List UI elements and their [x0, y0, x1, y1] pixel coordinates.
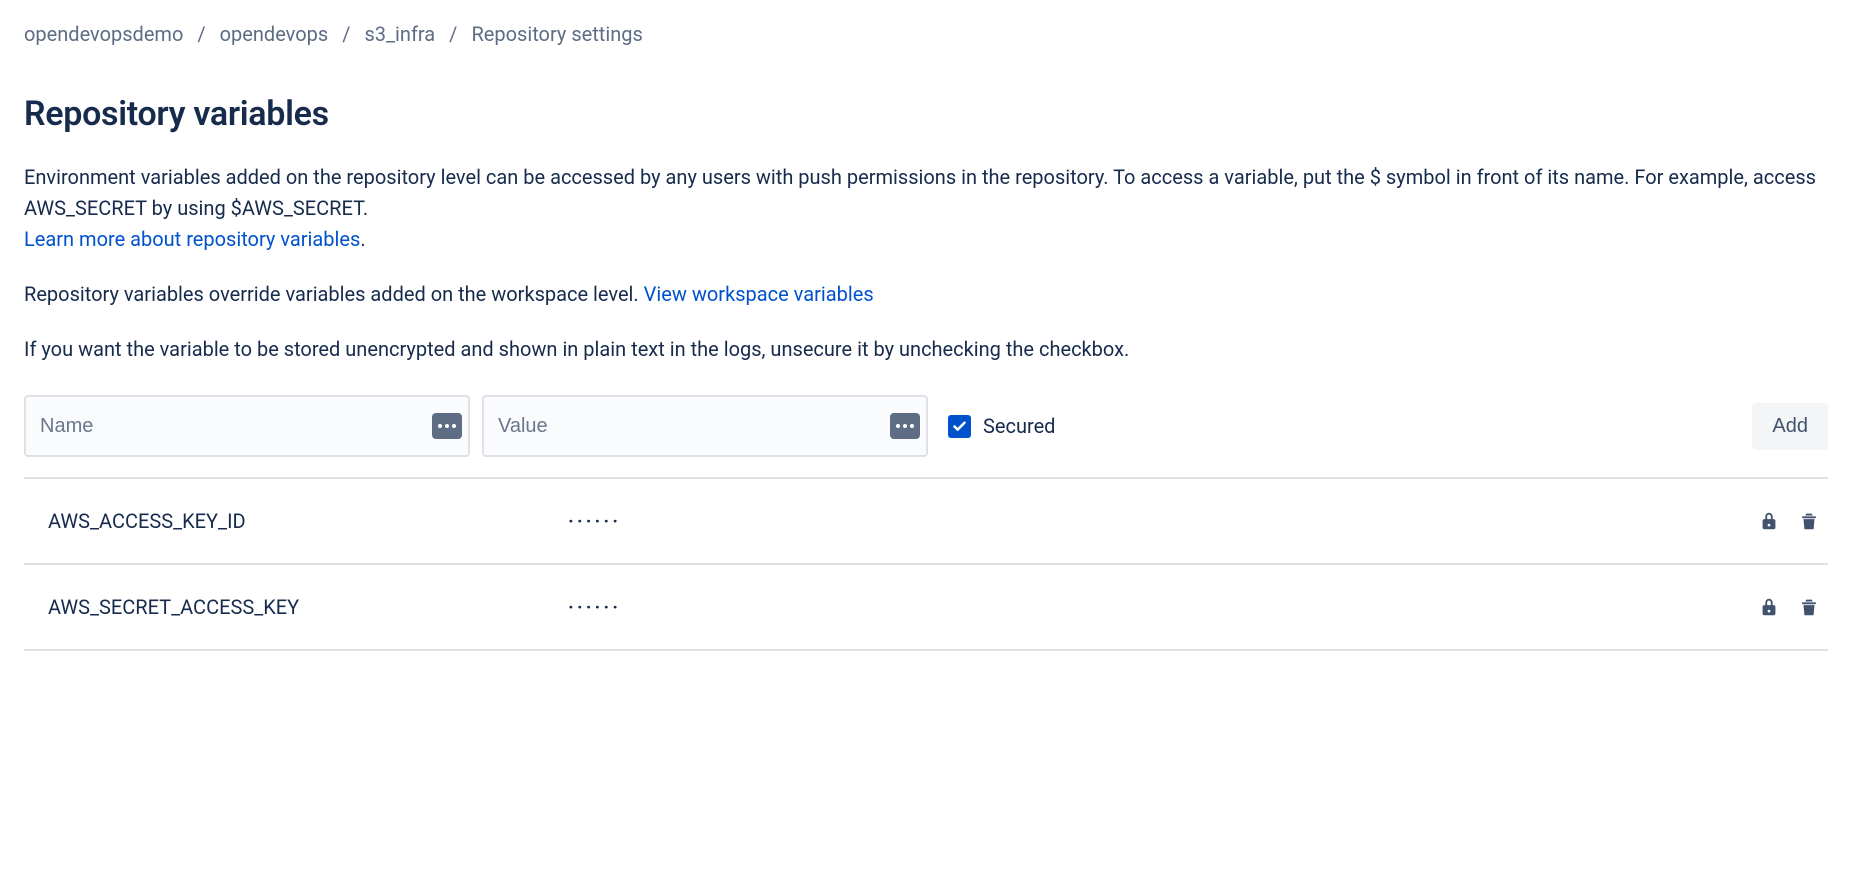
- breadcrumb-separator: /: [197, 22, 205, 46]
- generate-icon[interactable]: [890, 413, 920, 439]
- learn-more-link[interactable]: Learn more about repository variables: [24, 227, 360, 251]
- generate-icon[interactable]: [432, 413, 462, 439]
- variable-name: AWS_SECRET_ACCESS_KEY: [48, 595, 568, 619]
- value-input[interactable]: [482, 395, 928, 457]
- breadcrumb-item-repo[interactable]: s3_infra: [364, 22, 435, 46]
- page-description-3: If you want the variable to be stored un…: [24, 334, 1828, 365]
- add-button[interactable]: Add: [1752, 403, 1828, 450]
- breadcrumb: opendevopsdemo / opendevops / s3_infra /…: [24, 22, 1828, 46]
- page-description-1: Environment variables added on the repos…: [24, 162, 1828, 255]
- breadcrumb-separator: /: [449, 22, 457, 46]
- lock-icon[interactable]: [1758, 596, 1780, 618]
- workspace-variables-link[interactable]: View workspace variables: [644, 282, 874, 306]
- name-input-wrap: [24, 395, 470, 457]
- trash-icon[interactable]: [1798, 510, 1820, 532]
- breadcrumb-item-workspace[interactable]: opendevopsdemo: [24, 22, 183, 46]
- checkbox-icon: [948, 415, 971, 438]
- page-title: Repository variables: [24, 94, 1828, 134]
- desc1-text: Environment variables added on the repos…: [24, 165, 1816, 220]
- variable-value: ······: [568, 595, 1758, 619]
- secured-label: Secured: [983, 414, 1055, 438]
- name-input[interactable]: [24, 395, 470, 457]
- lock-icon[interactable]: [1758, 510, 1780, 532]
- secured-checkbox[interactable]: Secured: [948, 414, 1055, 438]
- add-variable-form: Secured Add: [24, 395, 1828, 457]
- trash-icon[interactable]: [1798, 596, 1820, 618]
- row-actions: [1758, 596, 1828, 618]
- table-row: AWS_SECRET_ACCESS_KEY ······: [24, 565, 1828, 651]
- breadcrumb-item-project[interactable]: opendevops: [220, 22, 329, 46]
- page-description-2: Repository variables override variables …: [24, 279, 1828, 310]
- row-actions: [1758, 510, 1828, 532]
- desc2-text: Repository variables override variables …: [24, 282, 644, 306]
- variable-value: ······: [568, 509, 1758, 533]
- variables-table: AWS_ACCESS_KEY_ID ······ AWS_SECRET_ACCE…: [24, 477, 1828, 651]
- table-row: AWS_ACCESS_KEY_ID ······: [24, 479, 1828, 565]
- variable-name: AWS_ACCESS_KEY_ID: [48, 509, 568, 533]
- breadcrumb-item-settings[interactable]: Repository settings: [471, 22, 642, 46]
- value-input-wrap: [482, 395, 928, 457]
- breadcrumb-separator: /: [342, 22, 350, 46]
